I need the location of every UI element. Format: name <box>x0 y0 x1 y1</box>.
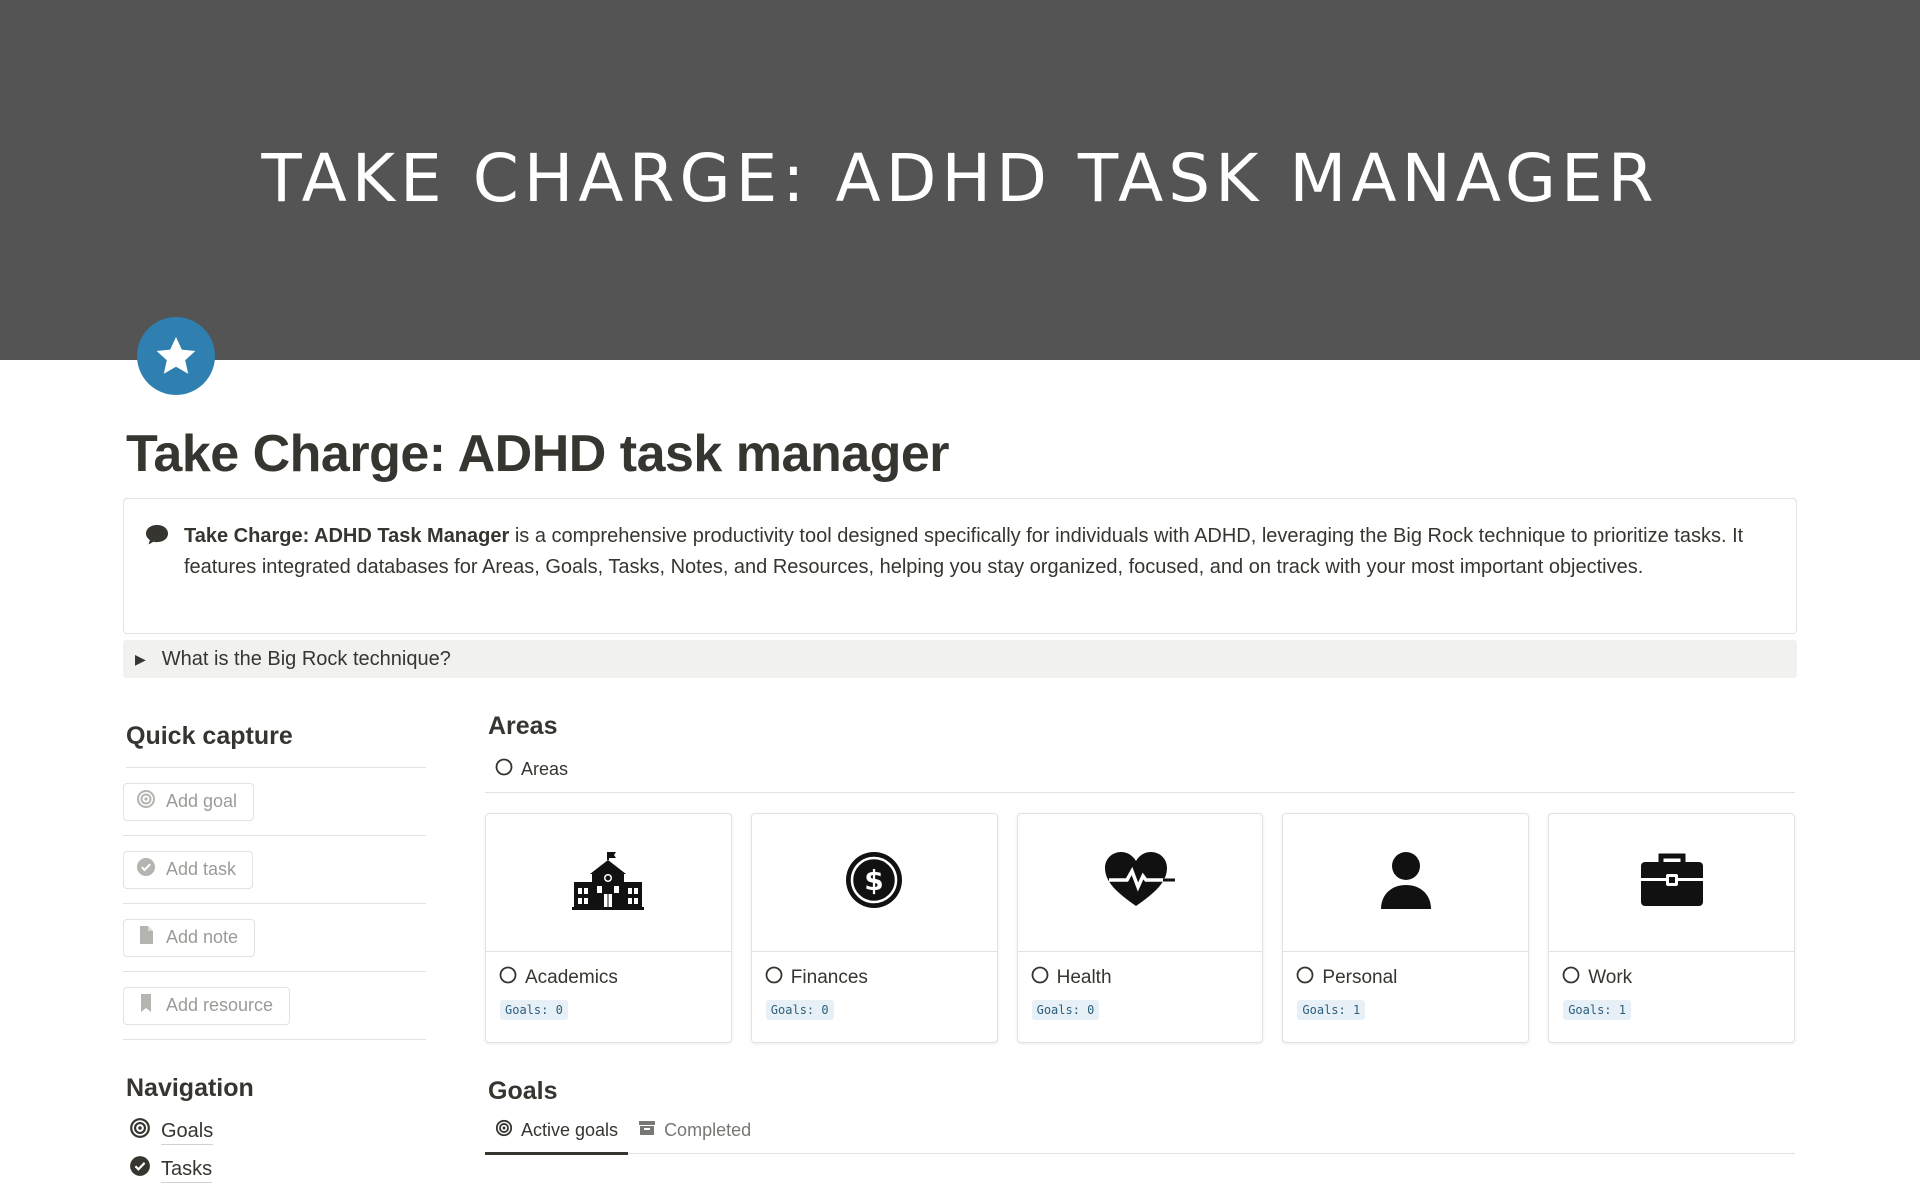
areas-gallery: Academics Goals: 0 $ Finances Goals: 0 H… <box>485 813 1795 1043</box>
tab-completed[interactable]: Completed <box>628 1108 761 1154</box>
add-resource-button[interactable]: Add resource <box>123 986 291 1025</box>
bookmark-icon <box>136 993 156 1018</box>
target-icon <box>495 1119 513 1142</box>
card-title: Personal <box>1283 952 1528 990</box>
card-title: Finances <box>752 952 997 990</box>
right-column: Areas Areas Academics Goals: 0 $ Finance… <box>485 712 1795 1155</box>
add-task-button[interactable]: Add task <box>123 850 254 889</box>
areas-heading: Areas <box>488 712 558 740</box>
area-card-finances[interactable]: $ Finances Goals: 0 <box>750 813 998 1043</box>
callout-bold-text: Take Charge: ADHD Task Manager <box>184 525 510 547</box>
area-card-work[interactable]: Work Goals: 1 <box>1548 813 1795 1043</box>
add-resource-label: Add resource <box>166 995 274 1015</box>
cover-title: TAKE CHARGE: ADHD TASK MANAGER <box>261 140 1659 217</box>
dollar-coin-icon: $ <box>845 851 903 914</box>
tab-completed-label: Completed <box>664 1120 752 1140</box>
card-title: Academics <box>486 952 731 990</box>
area-name: Work <box>1588 967 1633 988</box>
area-card-health[interactable]: Health Goals: 0 <box>1016 813 1264 1043</box>
circle-outline-icon <box>1562 966 1580 990</box>
quick-capture-row: Add goal <box>123 768 426 836</box>
person-icon <box>1379 851 1433 914</box>
area-name: Finances <box>790 967 868 988</box>
quick-capture-row: Add resource <box>123 972 426 1040</box>
tab-active-goals-label: Active goals <box>521 1120 619 1140</box>
area-card-academics[interactable]: Academics Goals: 0 <box>485 813 732 1043</box>
card-title: Work <box>1549 952 1794 990</box>
card-cover <box>1549 814 1794 952</box>
quick-capture-heading: Quick capture <box>126 712 426 768</box>
tab-areas-label: Areas <box>521 759 569 779</box>
goals-count-badge: Goals: 0 <box>765 1000 834 1020</box>
target-icon <box>129 1117 151 1145</box>
add-note-label: Add note <box>166 927 239 947</box>
toggle-label: What is the Big Rock technique? <box>161 647 451 670</box>
description-callout: Take Charge: ADHD Task Manager is a comp… <box>123 498 1797 634</box>
check-circle-icon <box>129 1155 151 1183</box>
area-card-personal[interactable]: Personal Goals: 1 <box>1282 813 1530 1043</box>
star-icon[interactable] <box>137 317 215 395</box>
target-icon <box>136 789 156 814</box>
card-title: Health <box>1018 952 1263 990</box>
card-cover: $ <box>751 814 997 952</box>
card-cover <box>486 814 731 952</box>
circle-outline-icon <box>495 758 513 781</box>
goals-count-badge: Goals: 1 <box>1563 1000 1631 1020</box>
big-rock-toggle[interactable]: ▶ What is the Big Rock technique? <box>123 640 1797 678</box>
nav-tasks-label[interactable]: Tasks <box>161 1156 213 1183</box>
circle-outline-icon <box>499 966 517 990</box>
goals-count-badge: Goals: 0 <box>1031 1000 1100 1020</box>
area-name: Academics <box>525 967 618 988</box>
circle-outline-icon <box>765 966 783 990</box>
nav-item-goals[interactable]: Goals <box>129 1117 426 1145</box>
quick-capture-row: Add task <box>123 836 426 904</box>
callout-text: Take Charge: ADHD Task Manager is a comp… <box>184 521 1756 582</box>
archive-icon <box>638 1119 656 1142</box>
triangle-right-icon[interactable]: ▶ <box>135 651 146 668</box>
navigation-heading: Navigation <box>126 1074 254 1102</box>
left-column: Quick capture Add goal Add task Add note… <box>123 712 426 1183</box>
heartbeat-icon <box>1103 850 1177 915</box>
speech-bubble-icon <box>144 523 170 557</box>
nav-goals-label[interactable]: Goals <box>161 1118 214 1145</box>
svg-text:$: $ <box>864 864 883 897</box>
areas-view-tabs: Areas <box>485 747 1795 793</box>
card-cover <box>1283 814 1529 952</box>
goals-heading: Goals <box>488 1077 558 1105</box>
add-note-button[interactable]: Add note <box>123 918 256 957</box>
goals-count-badge: Goals: 1 <box>1297 1000 1366 1020</box>
add-goal-button[interactable]: Add goal <box>123 782 255 821</box>
circle-outline-icon <box>1031 966 1049 990</box>
area-name: Personal <box>1322 967 1398 988</box>
nav-item-tasks[interactable]: Tasks <box>129 1155 426 1183</box>
document-icon <box>136 925 156 950</box>
tab-areas[interactable]: Areas <box>485 747 578 793</box>
tab-active-goals[interactable]: Active goals <box>485 1108 629 1155</box>
goals-count-badge: Goals: 0 <box>500 1000 568 1020</box>
add-goal-label: Add goal <box>166 791 238 811</box>
check-circle-icon <box>136 857 156 882</box>
area-name: Health <box>1056 967 1112 988</box>
quick-capture-row: Add note <box>123 904 426 972</box>
briefcase-icon <box>1639 852 1705 913</box>
cover-image: TAKE CHARGE: ADHD TASK MANAGER <box>0 0 1920 360</box>
goals-view-tabs: Active goals Completed <box>485 1108 1795 1155</box>
school-icon <box>572 850 645 915</box>
card-cover <box>1017 814 1263 952</box>
circle-outline-icon <box>1296 966 1314 990</box>
page-title: Take Charge: ADHD task manager <box>126 425 950 483</box>
add-task-label: Add task <box>166 859 237 879</box>
